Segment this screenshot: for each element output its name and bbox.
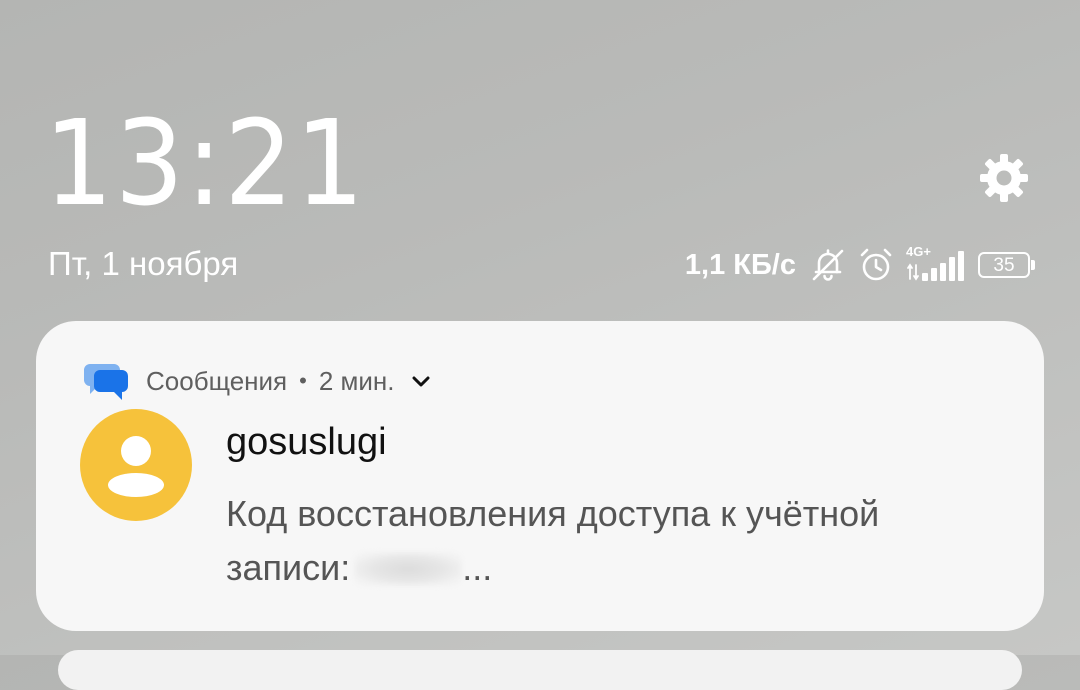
message-text: Код восстановления доступа к учётной зап… [226, 493, 880, 588]
settings-button[interactable] [978, 152, 1030, 204]
notification-time: 2 мин. [318, 366, 395, 396]
date: Пт, 1 ноября [48, 245, 239, 282]
message-ellipsis: ... [462, 547, 493, 588]
chevron-down-icon[interactable] [408, 368, 434, 394]
sender-name: gosuslugi [226, 421, 387, 463]
notification-header: Сообщения • 2 мин. [84, 361, 434, 401]
messages-app-icon [84, 364, 128, 400]
battery-icon: 35 [978, 251, 1036, 279]
next-notification-card[interactable] [58, 650, 1022, 690]
person-icon [108, 436, 164, 497]
alarm-icon [860, 248, 892, 281]
data-arrows-icon [907, 263, 919, 281]
avatar [80, 409, 192, 521]
network-speed: 1,1 КБ/с [684, 248, 796, 281]
app-name: Сообщения [146, 366, 288, 396]
clock: 13:21 [44, 94, 367, 232]
gear-icon [980, 154, 1028, 202]
notification-card[interactable]: Сообщения • 2 мин. gosuslugi Код восстан… [36, 321, 1044, 631]
battery-level: 35 [978, 252, 1030, 278]
header-separator: • [299, 368, 307, 393]
redacted-code [354, 552, 463, 586]
mobile-signal: 4G+ [906, 245, 966, 283]
signal-icon [922, 251, 964, 281]
message-preview: Код восстановления доступа к учётной зап… [226, 487, 1006, 595]
status-bar: 1,1 КБ/с 4G+ 35 [685, 244, 1036, 286]
bell-off-icon [812, 249, 844, 281]
